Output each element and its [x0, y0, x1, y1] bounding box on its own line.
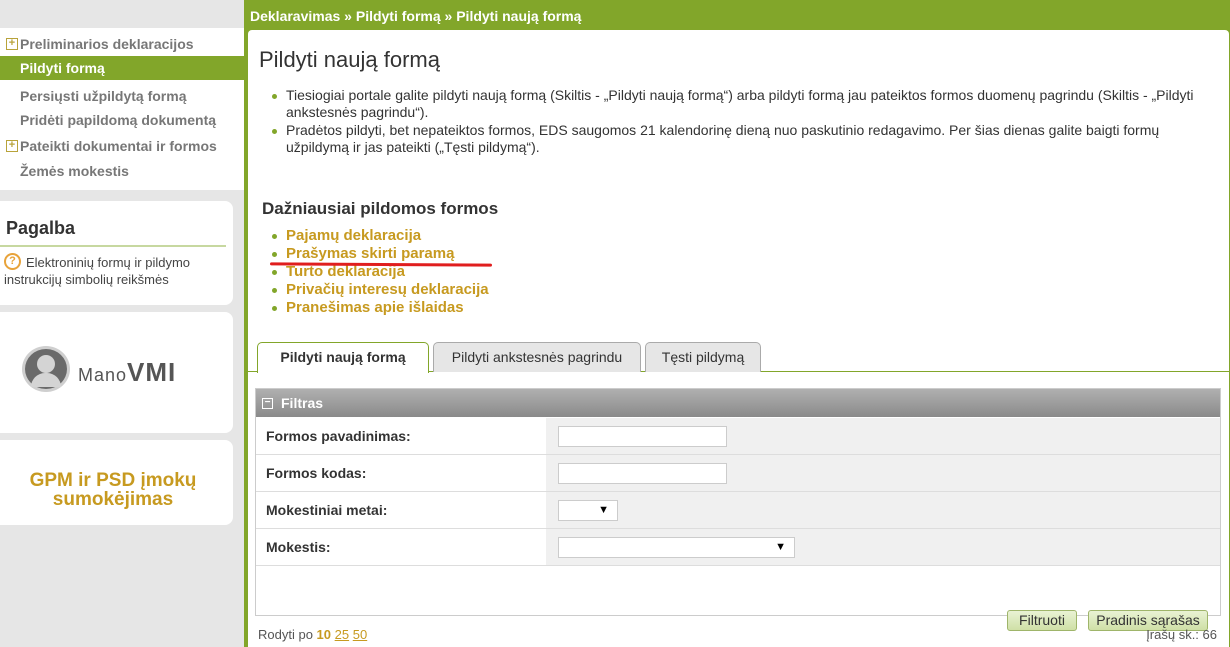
frequent-form-link[interactable]: Pranešimas apie išlaidas — [272, 299, 489, 317]
frequent-form-link[interactable]: Prašymas skirti paramą — [272, 245, 489, 263]
frequent-form-link[interactable]: Privačių interesų deklaracija — [272, 281, 489, 299]
gpm-psd-banner[interactable]: GPM ir PSD įmokų sumokėjimas — [0, 440, 233, 525]
sidebar-item-label: Preliminarios deklaracijos — [20, 36, 194, 52]
filter-panel: − Filtras Formos pavadinimas: Formos kod… — [255, 388, 1221, 631]
filter-button[interactable]: Filtruoti — [1007, 610, 1077, 631]
field-label: Formos kodas: — [256, 455, 546, 491]
field-label: Mokestis: — [256, 529, 546, 565]
record-count: Įrašų sk.: 66 — [1146, 627, 1217, 642]
filter-row: Formos kodas: — [256, 455, 1220, 492]
sidebar-item-resend-form[interactable]: Persiųsti užpildytą formą — [0, 84, 244, 108]
page-size-10[interactable]: 10 — [317, 627, 331, 642]
frequent-forms-title: Dažniausiai pildomos formos — [262, 199, 499, 218]
collapse-icon[interactable]: − — [262, 398, 273, 409]
frequent-form-link[interactable]: Pajamų deklaracija — [272, 227, 489, 245]
divider — [0, 245, 226, 247]
info-item: Pradėtos pildyti, bet nepateiktos formos… — [272, 122, 1196, 156]
frequent-forms-list: Pajamų deklaracija Prašymas skirti param… — [272, 227, 489, 317]
question-icon: ? — [4, 253, 21, 270]
info-list: Tiesiogiai portale galite pildyti naują … — [272, 87, 1196, 157]
help-link[interactable]: Elektroninių formų ir pildymo instrukcij… — [4, 254, 224, 288]
main-panel: Deklaravimas » Pildyti formą » Pildyti n… — [244, 0, 1230, 647]
sidebar-item-label: Persiųsti užpildytą formą — [20, 88, 187, 104]
sidebar-menu: + Preliminarios deklaracijos Pildyti for… — [0, 28, 244, 190]
filter-header[interactable]: − Filtras — [256, 389, 1220, 417]
pager-label: Rodyti po — [258, 627, 313, 642]
sidebar-item-submitted-documents[interactable]: + Pateikti dokumentai ir formos — [0, 134, 244, 158]
field-label: Mokestiniai metai: — [256, 492, 546, 528]
sidebar-item-land-tax[interactable]: Žemės mokestis — [0, 159, 244, 183]
field-label: Formos pavadinimas: — [256, 418, 546, 454]
form-name-input[interactable] — [558, 426, 727, 447]
sidebar-item-label: Pateikti dokumentai ir formos — [20, 138, 217, 154]
tab-new-form[interactable]: Pildyti naują formą — [257, 342, 429, 373]
breadcrumb: Deklaravimas » Pildyti formą » Pildyti n… — [250, 8, 582, 24]
filter-row: Mokestiniai metai: ▼ — [256, 492, 1220, 529]
manovmi-logo-text: ManoVMI — [78, 357, 177, 387]
filter-title: Filtras — [281, 395, 324, 411]
help-box: Pagalba Elektroninių formų ir pildymo in… — [0, 201, 233, 305]
filter-row: Mokestis: ▼ — [256, 529, 1220, 566]
sidebar-item-preliminary-declarations[interactable]: + Preliminarios deklaracijos — [0, 32, 244, 56]
expand-plus-icon[interactable]: + — [6, 38, 18, 50]
sidebar: + Preliminarios deklaracijos Pildyti for… — [0, 0, 244, 647]
form-code-input[interactable] — [558, 463, 727, 484]
page-size-50[interactable]: 50 — [353, 627, 367, 642]
tab-continue[interactable]: Tęsti pildymą — [645, 342, 761, 372]
manovmi-logo: ManoVMI — [22, 346, 182, 396]
sidebar-item-label: Žemės mokestis — [20, 163, 129, 179]
filter-row: Formos pavadinimas: — [256, 418, 1220, 455]
page-title: Pildyti naują formą — [259, 47, 440, 72]
page-size-25[interactable]: 25 — [335, 627, 349, 642]
expand-plus-icon[interactable]: + — [6, 140, 18, 152]
sidebar-item-add-document[interactable]: Pridėti papildomą dokumentą — [0, 108, 244, 132]
gpm-psd-link[interactable]: GPM ir PSD įmokų sumokėjimas — [0, 471, 226, 509]
content-area: Pildyti naują formą Tiesiogiai portale g… — [248, 30, 1229, 647]
manovmi-banner[interactable]: ManoVMI — [0, 312, 233, 433]
sidebar-item-fill-form[interactable]: Pildyti formą — [0, 56, 244, 80]
info-item: Tiesiogiai portale galite pildyti naują … — [272, 87, 1196, 121]
user-avatar-icon — [22, 346, 70, 392]
tax-year-select[interactable]: ▼ — [558, 500, 618, 521]
tax-select[interactable]: ▼ — [558, 537, 795, 558]
sidebar-item-label: Pildyti formą — [20, 60, 105, 76]
tab-previous-based[interactable]: Pildyti ankstesnės pagrindu — [433, 342, 641, 372]
pager: Rodyti po 10 25 50 — [258, 627, 367, 642]
sidebar-item-label: Pridėti papildomą dokumentą — [20, 112, 217, 128]
help-title: Pagalba — [6, 218, 76, 238]
